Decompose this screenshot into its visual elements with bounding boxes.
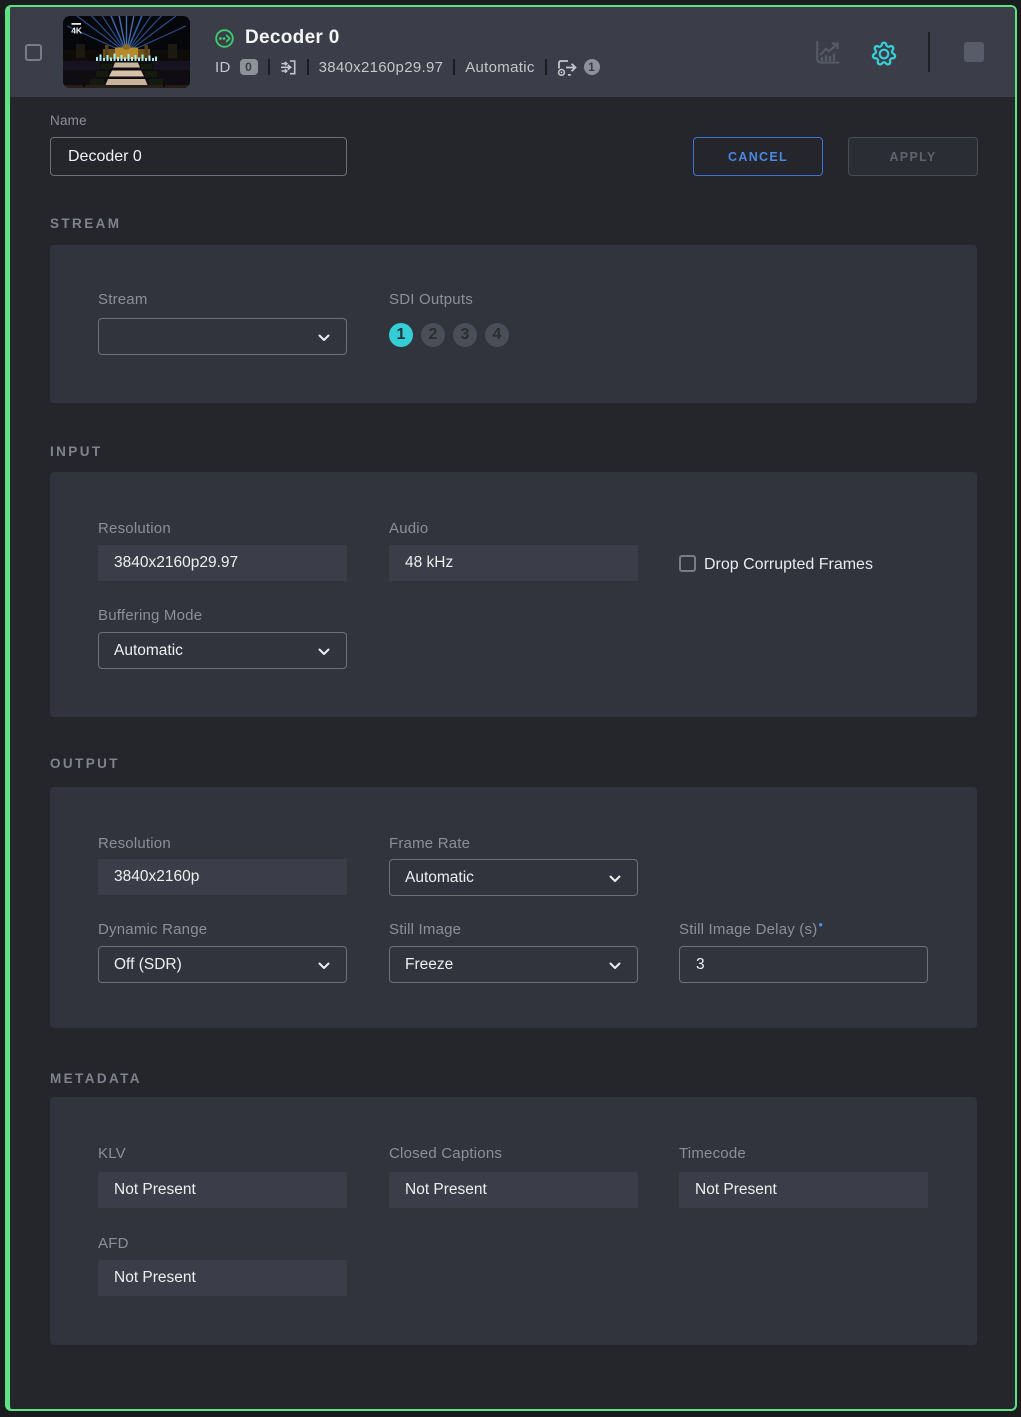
svg-text:4K: 4K [71, 26, 83, 36]
